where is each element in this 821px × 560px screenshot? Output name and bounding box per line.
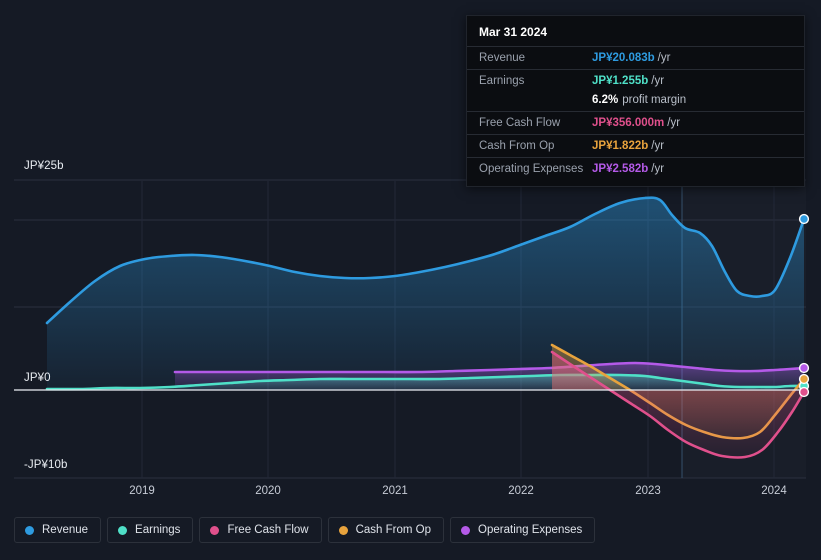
tooltip-row-value: JP¥20.083b <box>592 52 655 64</box>
x-axis-label-2020: 2020 <box>255 485 281 497</box>
tooltip-row-value: JP¥1.822b <box>592 140 649 152</box>
tooltip-row: 6.2% profit margin <box>467 92 804 111</box>
legend-color-dot-icon <box>118 525 128 535</box>
tooltip-row-value: JP¥356.000m <box>592 117 665 129</box>
tooltip-row-label: Free Cash Flow <box>479 117 561 129</box>
tooltip-row-subtext: profit margin <box>622 94 687 106</box>
y-axis-label-25b: JP¥25b <box>24 160 64 172</box>
financial-chart: JP¥25b JP¥0 -JP¥10b 2019 2020 2021 2022 … <box>0 0 821 560</box>
series-endpoint-marker-cash-from-op[interactable] <box>798 373 810 385</box>
legend-color-dot-icon <box>461 525 471 535</box>
tooltip-row-unit: /yr <box>657 52 671 64</box>
legend-item-earnings[interactable]: Earnings <box>107 517 194 543</box>
legend-item-label: Operating Expenses <box>478 524 583 536</box>
tooltip-row: Free Cash Flow JP¥356.000m/yr <box>467 111 804 134</box>
series-endpoint-marker-operating-expenses[interactable] <box>798 362 810 374</box>
tooltip-row-value: JP¥2.582b <box>592 163 649 175</box>
y-axis-label-neg10b: -JP¥10b <box>24 459 68 471</box>
legend-color-dot-icon <box>338 525 348 535</box>
tooltip-row: Cash From Op JP¥1.822b/yr <box>467 134 804 157</box>
y-axis-label-zero: JP¥0 <box>24 372 51 384</box>
tooltip-row-label: Operating Expenses <box>479 163 584 175</box>
legend-item-label: Earnings <box>135 524 181 536</box>
tooltip-row-label: Revenue <box>479 52 526 64</box>
tooltip-row-unit: /yr <box>651 140 665 152</box>
x-axis-label-2023: 2023 <box>635 485 661 497</box>
tooltip-row-label: Earnings <box>479 75 525 87</box>
tooltip-row-unit: /yr <box>651 163 665 175</box>
tooltip-date: Mar 31 2024 <box>479 25 548 39</box>
x-axis-label-2022: 2022 <box>508 485 534 497</box>
x-axis-label-2021: 2021 <box>382 485 408 497</box>
legend-item-free-cash-flow[interactable]: Free Cash Flow <box>199 517 322 543</box>
x-axis-label-2024: 2024 <box>761 485 787 497</box>
tooltip-row: Earnings JP¥1.255b/yr <box>467 69 804 92</box>
tooltip-row: Revenue JP¥20.083b/yr <box>467 46 804 69</box>
chart-tooltip: Mar 31 2024 Revenue JP¥20.083b/yr Earnings… <box>466 15 805 187</box>
tooltip-row-unit: /yr <box>667 117 681 129</box>
tooltip-rows: Revenue JP¥20.083b/yr Earnings JP¥1.255b/yr… <box>467 46 804 180</box>
legend-item-operating-expenses[interactable]: Operating Expenses <box>450 517 596 543</box>
legend-color-dot-icon <box>25 525 34 535</box>
tooltip-row-label: Cash From Op <box>479 140 555 152</box>
legend-item-revenue[interactable]: Revenue <box>14 517 102 543</box>
chart-legend: Revenue Earnings Free Cash Flow Cash From O… <box>14 517 596 543</box>
series-endpoint-marker-revenue[interactable] <box>798 213 810 225</box>
legend-item-label: Free Cash Flow <box>227 524 309 536</box>
series-endpoint-marker-free-cash-flow[interactable] <box>798 386 810 398</box>
legend-item-cash-from-op[interactable]: Cash From Op <box>327 517 445 543</box>
legend-item-label: Cash From Op <box>355 524 432 536</box>
tooltip-row-value: 6.2% <box>592 94 619 106</box>
tooltip-row-unit: /yr <box>651 75 665 87</box>
legend-color-dot-icon <box>210 525 220 535</box>
tooltip-row-value: JP¥1.255b <box>592 75 649 87</box>
x-axis-label-2019: 2019 <box>129 485 155 497</box>
tooltip-row: Operating Expenses JP¥2.582b/yr <box>467 157 804 180</box>
legend-item-label: Revenue <box>42 524 89 536</box>
